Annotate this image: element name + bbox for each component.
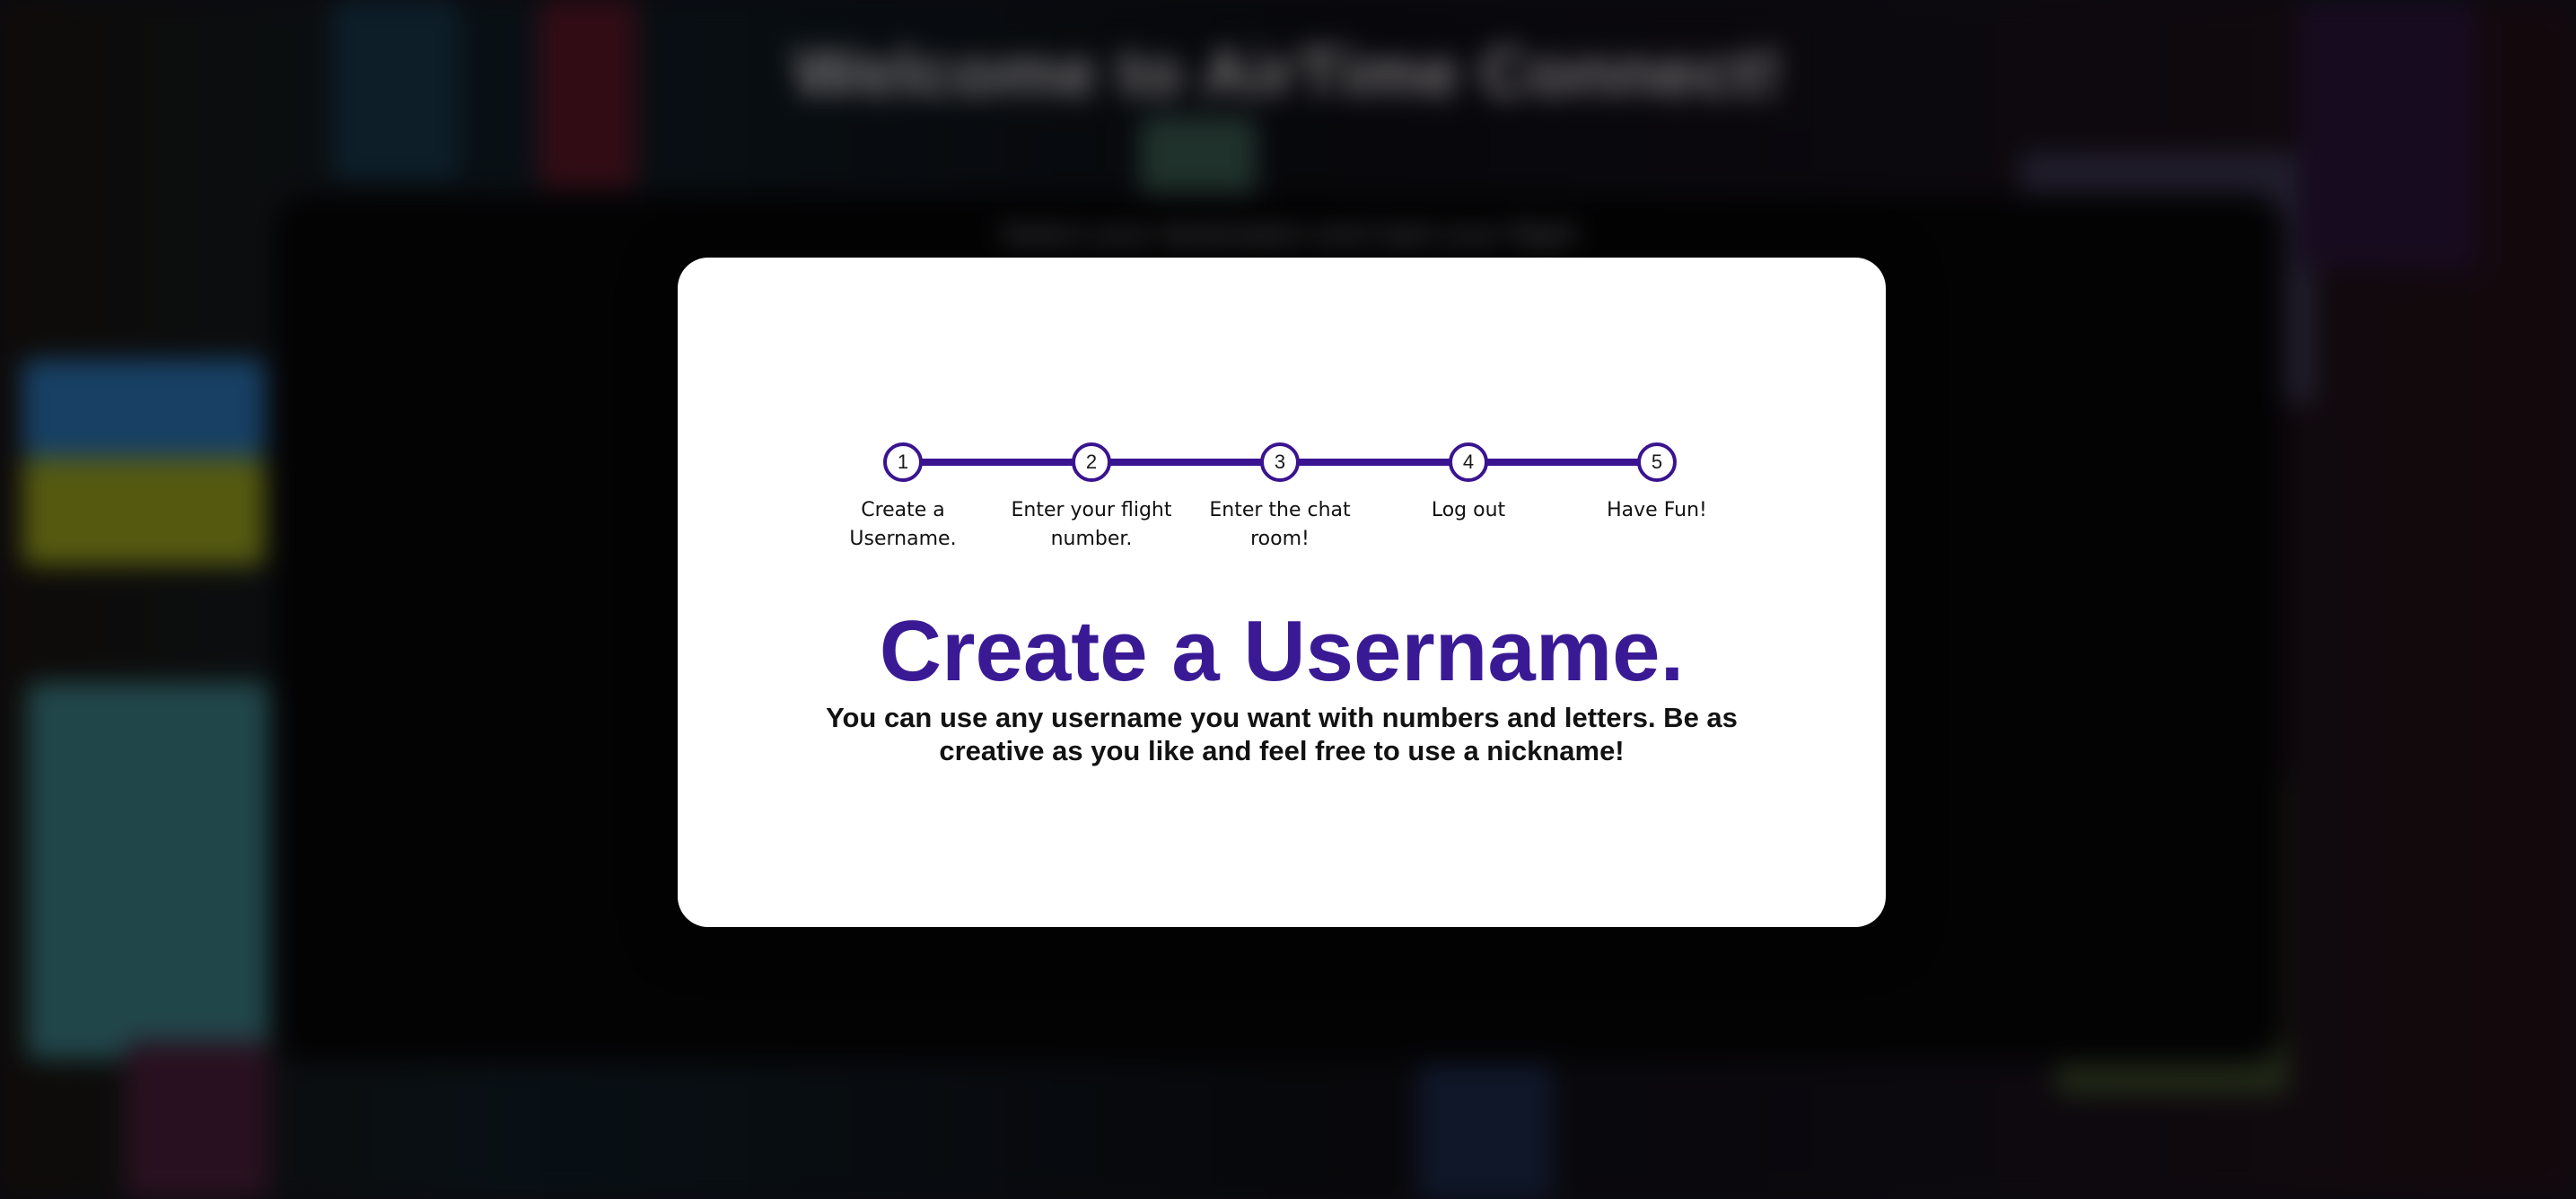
background-tile (22, 458, 265, 565)
background-page-subtitle: Select your destination and start your f… (999, 218, 1577, 252)
step-5-indicator[interactable]: 5 (1637, 442, 1677, 482)
progress-stepper: 1 2 3 4 5 Create a Username. Enter your … (678, 258, 1886, 927)
step-heading: Create a Username. (879, 603, 1685, 699)
step-1-label: Create a Username. (849, 499, 957, 550)
step-3-indicator[interactable]: 3 (1260, 442, 1300, 482)
background-tile (27, 682, 269, 1059)
step-4-indicator[interactable]: 4 (1449, 442, 1488, 482)
step-2-label: Enter your flight number. (1011, 499, 1172, 550)
step-4-label: Log out (1431, 499, 1506, 521)
step-3-label: Enter the chat room! (1209, 499, 1351, 550)
step-2-indicator[interactable]: 2 (1072, 442, 1111, 482)
step-description: You can use any username you want with n… (826, 702, 1738, 766)
step-1-indicator[interactable]: 1 (883, 442, 923, 482)
step-5-label: Have Fun! (1607, 499, 1707, 521)
background-tile (22, 359, 265, 458)
tutorial-modal: 1 2 3 4 5 Create a Username. Enter your … (678, 258, 1886, 927)
background-tile (126, 1041, 269, 1199)
background-page-title: Welcome to AirTime Connect! (793, 35, 1783, 111)
